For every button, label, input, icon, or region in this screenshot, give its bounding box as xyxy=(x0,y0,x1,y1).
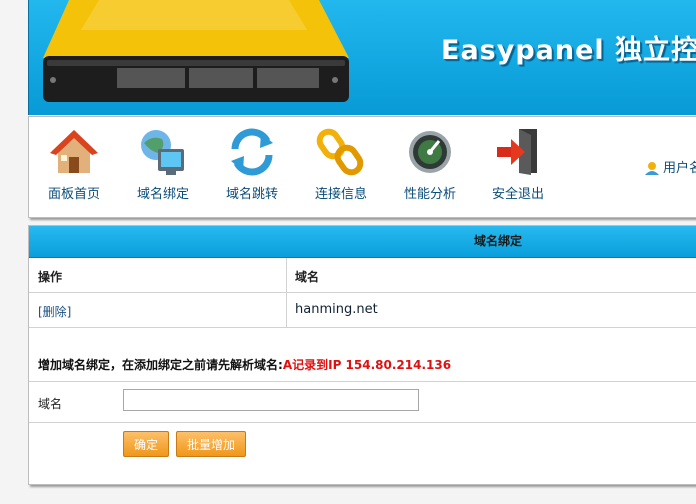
column-divider xyxy=(286,258,287,292)
exit-door-icon xyxy=(497,129,537,175)
chain-link-icon xyxy=(316,128,364,176)
header-banner: Easypanel 独立控 xyxy=(28,0,696,115)
column-divider xyxy=(286,293,287,327)
toolbar-item-label: 连接信息 xyxy=(314,187,367,202)
house-icon xyxy=(50,130,98,173)
brand-title: Easypanel 独立控 xyxy=(441,35,696,66)
column-header-action: 操作 xyxy=(38,270,63,284)
toolbar-item-connection-info[interactable]: 连接信息 xyxy=(302,127,380,202)
domain-cell: hanming.net xyxy=(295,302,378,317)
toolbar-item-label: 性能分析 xyxy=(403,187,456,202)
toolbar-item-domain-redirect[interactable]: 域名跳转 xyxy=(213,127,291,202)
bind-notice: 增加域名绑定，在添加绑定之前请先解析域名:A记录到IP 154.80.214.1… xyxy=(38,356,451,373)
column-header-domain: 域名 xyxy=(295,270,320,284)
user-icon xyxy=(645,162,659,175)
toolbar-item-label: 域名绑定 xyxy=(136,187,189,202)
batch-add-button[interactable]: 批量增加 xyxy=(176,431,247,457)
user-info: 用户名 xyxy=(645,157,696,176)
toolbar-item-label: 面板首页 xyxy=(47,187,100,202)
toolbar-item-home[interactable]: 面板首页 xyxy=(35,127,113,202)
domain-form-label: 域名 xyxy=(38,397,63,411)
delete-link[interactable]: [删除] xyxy=(38,303,71,320)
toolbar-item-performance[interactable]: 性能分析 xyxy=(391,127,469,202)
domain-input[interactable] xyxy=(123,389,419,411)
toolbar-item-logout[interactable]: 安全退出 xyxy=(479,127,557,202)
notice-ip-highlight: A记录到IP 154.80.214.136 xyxy=(282,358,452,372)
toolbar-item-label: 域名跳转 xyxy=(225,187,278,202)
notice-text: 增加域名绑定，在添加绑定之前请先解析域名: xyxy=(38,358,283,372)
server-logo-icon xyxy=(43,0,349,102)
confirm-button[interactable]: 确定 xyxy=(123,431,170,457)
toolbar-item-domain-bind[interactable]: 域名绑定 xyxy=(124,127,202,202)
table-header-row: 操作 域名 xyxy=(29,258,696,293)
toolbar-item-label: 安全退出 xyxy=(491,187,544,202)
domain-bind-panel: 域名绑定 操作 域名 [删除] hanming.net 增加域名绑定，在添加绑定… xyxy=(28,225,696,485)
domain-bind-icon xyxy=(141,130,184,175)
panel-header: 域名绑定 xyxy=(29,226,696,258)
panel-title: 域名绑定 xyxy=(473,234,522,248)
user-label: 用户名 xyxy=(663,161,696,176)
table-row: [删除] hanming.net xyxy=(29,293,696,328)
gauge-icon xyxy=(409,131,451,173)
refresh-arrows-icon xyxy=(231,128,273,176)
main-toolbar: 面板首页 域名绑定 域名跳转 连接信息 性能分析 安全退出 用户名 xyxy=(28,116,696,218)
